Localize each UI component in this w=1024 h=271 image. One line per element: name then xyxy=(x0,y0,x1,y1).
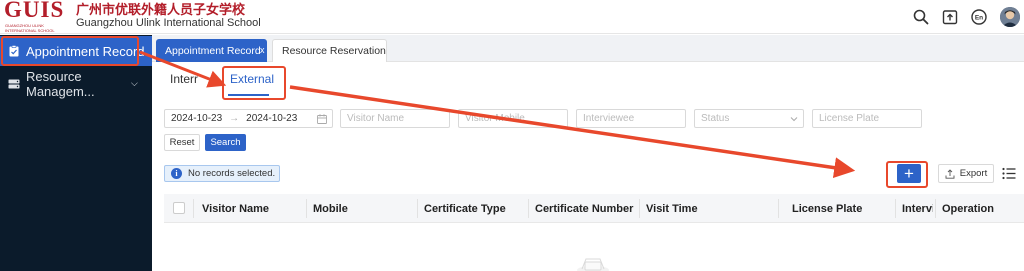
top-header: GUIS GUANGZHOU ULINK INTERNATIONAL SCHOO… xyxy=(0,0,1024,34)
status-select[interactable]: Status xyxy=(694,109,804,128)
column-header-certificate-type: Certificate Type xyxy=(424,202,506,215)
table-header: Visitor Name Mobile Certificate Type Cer… xyxy=(164,194,1024,223)
close-icon[interactable]: x xyxy=(260,45,265,55)
date-end: 2024-10-23 xyxy=(246,113,298,124)
column-divider xyxy=(935,199,936,218)
column-divider xyxy=(528,199,529,218)
column-header-interviewee: Intervi xyxy=(902,202,933,215)
visitor-name-input[interactable]: Visitor Name xyxy=(340,109,450,128)
tab-appointment-record[interactable]: Appointment Record x xyxy=(156,39,267,62)
visitor-mobile-input[interactable]: Visitor Mobile xyxy=(458,109,568,128)
column-divider xyxy=(306,199,307,218)
avatar[interactable] xyxy=(1000,7,1020,27)
page-tab-bar: Appointment Record x Resource Reservatio… xyxy=(152,35,1024,62)
select-all-checkbox[interactable] xyxy=(173,202,185,214)
export-icon xyxy=(945,168,955,179)
upload-icon[interactable] xyxy=(941,8,959,26)
export-button[interactable]: Export xyxy=(938,164,994,183)
sidebar-item-resource-management[interactable]: Resource Managem... ⌵ xyxy=(0,69,152,99)
calendar-icon xyxy=(317,114,327,124)
tab-label: Resource Reservation xyxy=(282,45,386,57)
tab-internal[interactable]: Interr xyxy=(170,72,198,86)
sidebar: Appointment Record Resource Managem... ⌵ xyxy=(0,35,152,271)
annotation-box-external-tab xyxy=(222,66,286,100)
column-header-license-plate: License Plate xyxy=(792,202,863,215)
license-plate-input[interactable]: License Plate xyxy=(812,109,922,128)
interviewee-input[interactable]: Interviewee xyxy=(576,109,686,128)
date-range-picker[interactable]: 2024-10-23 → 2024-10-23 xyxy=(164,109,333,128)
annotation-box-appointment-record xyxy=(1,36,139,66)
reset-button[interactable]: Reset xyxy=(164,134,200,151)
column-header-certificate-number: Certificate Number xyxy=(535,202,634,215)
server-icon xyxy=(8,79,20,89)
school-logo: GUIS GUANGZHOU ULINK INTERNATIONAL SCHOO… xyxy=(4,0,65,33)
status-placeholder: Status xyxy=(701,113,730,124)
selection-text: No records selected. xyxy=(188,168,276,179)
search-button[interactable]: Search xyxy=(205,134,246,151)
column-header-visitor-name: Visitor Name xyxy=(202,202,270,215)
info-icon: i xyxy=(171,168,182,179)
school-name-english: Guangzhou Ulink International School xyxy=(76,17,261,29)
empty-state-icon xyxy=(577,258,609,271)
column-header-visit-time: Visit Time xyxy=(646,202,698,215)
column-header-mobile: Mobile xyxy=(313,202,348,215)
tab-label: Appointment Record xyxy=(165,44,261,57)
column-divider xyxy=(193,199,194,218)
chevron-down-icon: ⌵ xyxy=(131,78,138,88)
search-icon[interactable] xyxy=(912,8,930,26)
date-range-arrow: → xyxy=(229,113,240,124)
column-settings-icon[interactable] xyxy=(1002,167,1016,180)
school-name-chinese: 广州市优联外籍人员子女学校 xyxy=(76,2,246,17)
annotation-box-add-button xyxy=(886,161,928,188)
date-start: 2024-10-23 xyxy=(171,113,223,124)
column-divider xyxy=(778,199,779,218)
svg-text:En: En xyxy=(975,15,983,22)
column-header-operation: Operation xyxy=(942,202,994,215)
column-divider xyxy=(639,199,640,218)
selection-status: i No records selected. xyxy=(164,165,280,182)
chevron-down-icon xyxy=(790,117,798,122)
column-divider xyxy=(895,199,896,218)
language-icon[interactable]: En xyxy=(970,8,988,26)
tab-resource-reservation[interactable]: Resource Reservation xyxy=(272,39,387,62)
column-divider xyxy=(417,199,418,218)
export-label: Export xyxy=(959,168,988,179)
